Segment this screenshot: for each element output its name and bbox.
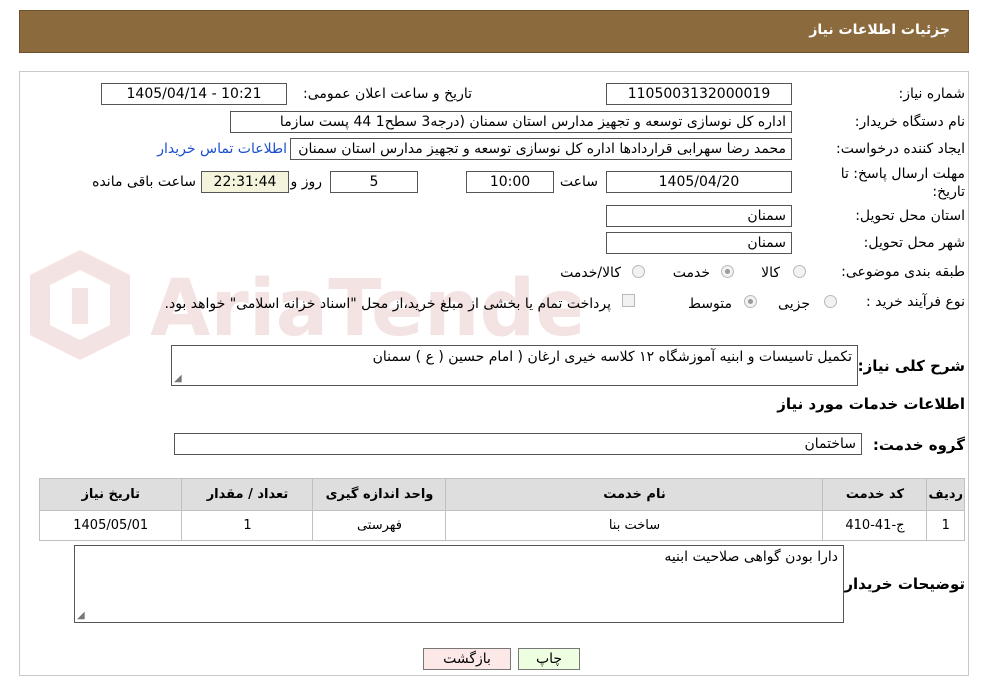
- treasury-payment-checkbox[interactable]: [622, 294, 635, 307]
- resize-handle-icon[interactable]: ◢: [77, 610, 85, 621]
- category-goods-service-label: کالا/خدمت: [560, 265, 621, 281]
- category-label: طبقه بندی موضوعی:: [841, 264, 965, 280]
- buyer-notes-text: دارا بودن گواهی صلاحیت ابنیه: [664, 549, 838, 565]
- cell-row-number: 1: [926, 510, 965, 541]
- cell-service-code: ج-41-410: [822, 510, 928, 541]
- col-header-unit: واحد اندازه گیری: [312, 478, 447, 511]
- col-header-service-name: نام خدمت: [445, 478, 824, 511]
- process-minor-label: جزیی: [778, 296, 810, 312]
- category-service-label: خدمت: [672, 265, 710, 281]
- col-header-need-date: تاریخ نیاز: [38, 478, 183, 511]
- col-header-row-number: ردیف: [926, 478, 965, 511]
- print-button[interactable]: چاپ: [518, 648, 580, 670]
- service-group-label: گروه خدمت:: [872, 436, 965, 454]
- need-number-label: شماره نیاز:: [898, 86, 966, 102]
- deadline-time-field: 10:00: [466, 171, 554, 193]
- process-label: نوع فرآیند خرید :: [866, 294, 965, 310]
- back-button[interactable]: بازگشت: [423, 648, 511, 670]
- creator-field: محمد رضا سهرابی قراردادها اداره کل نوساز…: [290, 138, 792, 160]
- province-field: سمنان: [606, 205, 792, 227]
- description-text: تکمیل تاسیسات و ابنیه آموزشگاه ۱۲ کلاسه …: [372, 349, 852, 365]
- category-service-radio[interactable]: [721, 265, 734, 278]
- service-group-field: ساختمان: [174, 433, 862, 455]
- cell-service-name: ساخت بنا: [445, 510, 824, 541]
- buyer-label: نام دستگاه خریدار:: [854, 114, 965, 130]
- buyer-notes-label: توضیحات خریدار:: [838, 575, 965, 593]
- cell-unit: فهرستی: [312, 510, 447, 541]
- city-label: شهر محل تحویل:: [863, 235, 965, 251]
- treasury-payment-note: پرداخت تمام یا بخشی از مبلغ خرید،از محل …: [164, 296, 611, 312]
- cell-quantity: 1: [181, 510, 314, 541]
- category-goods-label: کالا: [761, 265, 780, 281]
- process-medium-radio[interactable]: [744, 295, 757, 308]
- announce-label: تاریخ و ساعت اعلان عمومی:: [303, 86, 472, 102]
- deadline-date-field: 1405/04/20: [606, 171, 792, 193]
- days-label: روز و: [290, 174, 323, 190]
- announce-field: 1405/04/14 - 10:21: [101, 83, 287, 105]
- remaining-time-field: 22:31:44: [201, 171, 289, 193]
- category-goods-radio[interactable]: [793, 265, 806, 278]
- remaining-label: ساعت باقی مانده: [92, 174, 196, 190]
- need-number-field: 1105003132000019: [606, 83, 792, 105]
- col-header-service-code: کد خدمت: [822, 478, 928, 511]
- description-label: شرح کلی نیاز:: [857, 357, 965, 375]
- page-title: جزئیات اطلاعات نیاز: [809, 22, 950, 38]
- table-row: 1 ج-41-410 ساخت بنا فهرستی 1 1405/05/01: [38, 510, 965, 541]
- category-goods-service-radio[interactable]: [632, 265, 645, 278]
- buyer-notes-textarea[interactable]: دارا بودن گواهی صلاحیت ابنیه ◢: [74, 545, 844, 623]
- process-minor-radio[interactable]: [824, 295, 837, 308]
- days-field: 5: [330, 171, 418, 193]
- page-header: جزئیات اطلاعات نیاز: [19, 10, 969, 53]
- contact-info-link[interactable]: اطلاعات تماس خریدار: [157, 141, 287, 157]
- buyer-field: اداره کل نوسازی توسعه و تجهیز مدارس استا…: [230, 111, 792, 133]
- description-textarea[interactable]: تکمیل تاسیسات و ابنیه آموزشگاه ۱۲ کلاسه …: [171, 345, 858, 386]
- resize-handle-icon[interactable]: ◢: [174, 373, 182, 384]
- province-label: استان محل تحویل:: [855, 208, 965, 224]
- city-field: سمنان: [606, 232, 792, 254]
- cell-need-date: 1405/05/01: [38, 510, 183, 541]
- deadline-label: مهلت ارسال پاسخ: تا تاریخ:: [840, 166, 965, 200]
- services-section-title: اطلاعات خدمات مورد نیاز: [777, 395, 965, 413]
- col-header-quantity: تعداد / مقدار: [181, 478, 314, 511]
- table-header-row: ردیف کد خدمت نام خدمت واحد اندازه گیری ت…: [38, 478, 965, 511]
- deadline-time-label: ساعت: [559, 174, 598, 190]
- services-table: ردیف کد خدمت نام خدمت واحد اندازه گیری ت…: [38, 478, 965, 541]
- creator-label: ایجاد کننده درخواست:: [836, 141, 965, 157]
- process-medium-label: متوسط: [688, 296, 732, 312]
